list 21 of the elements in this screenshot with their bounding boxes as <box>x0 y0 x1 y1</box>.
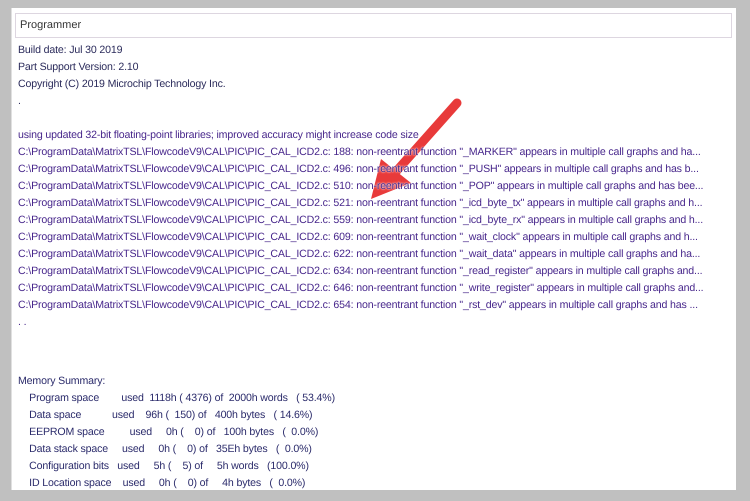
log-line: Part Support Version: 2.10 <box>18 60 140 75</box>
warning-line: C:\ProgramData\MatrixTSL\FlowcodeV9\CAL\PIC\PIC_CAL_ICD2.c: 646: non-reentrant function "_write_register" appears in multiple call graphs and... <box>18 281 704 296</box>
warning-line: C:\ProgramData\MatrixTSL\FlowcodeV9\CAL\PIC\PIC_CAL_ICD2.c: 622: non-reentrant function "_wait_data" appears in multiple call graphs and ha... <box>18 247 702 262</box>
warning-line: . . <box>18 315 28 330</box>
memory-line: EEPROM space used 0h ( 0) of 100h bytes ( 0.0%) <box>28 425 320 440</box>
panel-title: Programmer <box>15 13 732 38</box>
warning-line: C:\ProgramData\MatrixTSL\FlowcodeV9\CAL\PIC\PIC_CAL_ICD2.c: 609: non-reentrant function "_wait_clock" appears in multiple call graphs and h... <box>18 230 699 245</box>
warning-line: C:\ProgramData\MatrixTSL\FlowcodeV9\CAL\PIC\PIC_CAL_ICD2.c: 521: non-reentrant function "_icd_byte_tx" appears in multiple call graphs and h... <box>18 196 704 211</box>
log-line: . <box>18 94 22 109</box>
memory-line: Data space used 96h ( 150) of 400h bytes ( 14.6%) <box>28 408 314 423</box>
log-line: Copyright (C) 2019 Microchip Technology Inc. <box>18 77 227 92</box>
memory-line: Program space used 1118h ( 4376) of 2000h words ( 53.4%) <box>28 391 336 406</box>
warning-line: C:\ProgramData\MatrixTSL\FlowcodeV9\CAL\PIC\PIC_CAL_ICD2.c: 559: non-reentrant function "_icd_byte_rx" appears in multiple call graphs and h... <box>18 213 704 228</box>
log-line: Build date: Jul 30 2019 <box>18 43 124 58</box>
memory-line: Data stack space used 0h ( 0) of 35Eh bytes ( 0.0%) <box>28 442 313 457</box>
warning-line: using updated 32-bit floating-point libraries; improved accuracy might increase code size <box>18 128 420 143</box>
memory-line: Memory Summary: <box>18 374 106 389</box>
warning-line: C:\ProgramData\MatrixTSL\FlowcodeV9\CAL\PIC\PIC_CAL_ICD2.c: 634: non-reentrant function "_read_register" appears in multiple call graphs and... <box>18 264 704 279</box>
memory-line: ID Location space used 0h ( 0) of 4h bytes ( 0.0%) <box>28 476 306 491</box>
warning-line: C:\ProgramData\MatrixTSL\FlowcodeV9\CAL\PIC\PIC_CAL_ICD2.c: 654: non-reentrant function "_rst_dev" appears in multiple call graphs and has ... <box>18 298 699 313</box>
memory-line: Configuration bits used 5h ( 5) of 5h words (100.0%) <box>28 459 310 474</box>
